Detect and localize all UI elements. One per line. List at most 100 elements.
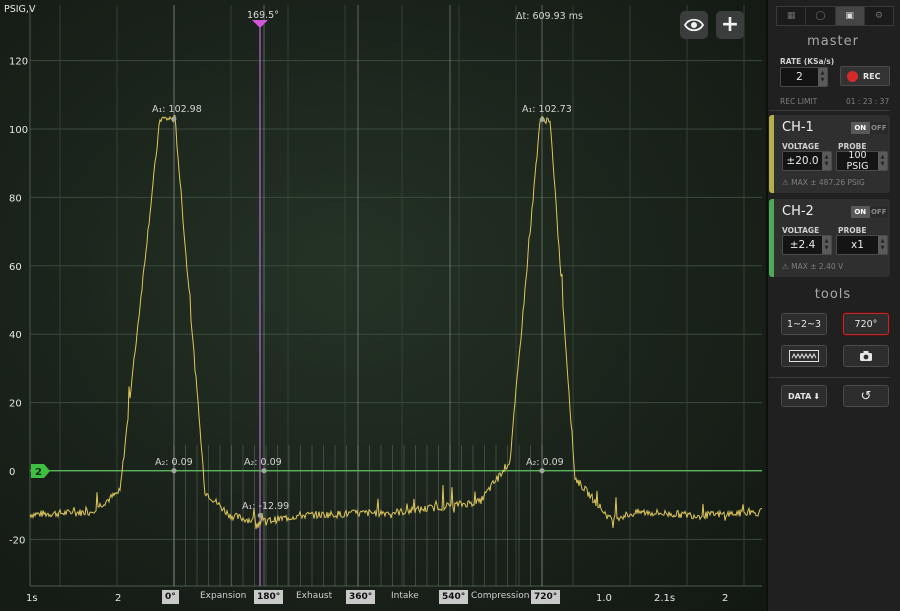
y-tick-label: 40 xyxy=(9,330,22,341)
tab-grid[interactable]: ▦ xyxy=(777,7,807,25)
record-label: REC xyxy=(863,71,881,81)
channel-1-voltage-value: ±20.0 xyxy=(786,155,819,167)
channel-2-marker-label: 2 xyxy=(35,467,42,478)
channel-1-on[interactable]: ON xyxy=(851,122,870,134)
add-button[interactable]: + xyxy=(716,11,744,39)
record-button[interactable]: REC xyxy=(840,66,890,86)
download-icon: ⬇ xyxy=(813,391,820,401)
y-tick-label: 80 xyxy=(9,193,22,204)
control-panel: ▦ ◯ ▣ ⚙ xyxy=(766,0,900,611)
plus-icon: + xyxy=(720,12,740,37)
history-button[interactable]: ↺ xyxy=(843,385,889,407)
channel-2-probe-label: PROBE xyxy=(838,226,867,235)
measurement-annotation-peak1: A₁: 102.98 xyxy=(152,104,202,115)
channel-2-voltage-stepper[interactable]: ±2.4 ▲ ▼ xyxy=(782,235,832,255)
angle-cursor-handle xyxy=(252,20,268,28)
oscilloscope-display[interactable]: 120 100 80 60 40 20 0 -20 1s 2 1.0 2.1s 2 2 A₁: 102.98… xyxy=(0,0,766,611)
history-icon: ↺ xyxy=(860,388,872,404)
y-tick-label: -20 xyxy=(9,535,25,546)
measurement-point xyxy=(539,117,545,123)
channel-2-max: ⚠ MAX ± 2.40 V xyxy=(782,262,844,271)
tab-settings[interactable]: ⚙ xyxy=(865,7,893,25)
y-tick-label: 120 xyxy=(9,57,28,68)
channel-2-card: CH-2 ON OFF VOLTAGE ±2.4 ▲ ▼ PROBE x1 ▲ ▼ … xyxy=(769,199,890,277)
divider xyxy=(769,377,890,378)
rate-value: 2 xyxy=(796,71,803,83)
gear-icon: ⚙ xyxy=(874,11,883,21)
screenshot-button[interactable] xyxy=(843,345,889,367)
measurement-annotation-min: A₁: -12.99 xyxy=(242,501,289,512)
measurement-annotation-zero2: A₂: 0.09 xyxy=(244,457,282,468)
degree-marker-0[interactable]: 0° xyxy=(162,590,179,604)
x-tick-label: 1s xyxy=(26,593,38,604)
degree-marker-360[interactable]: 360° xyxy=(346,590,376,604)
channel-1-off[interactable]: OFF xyxy=(869,122,888,134)
grid-icon: ▦ xyxy=(786,11,796,21)
stepper-arrows-icon[interactable]: ▲ ▼ xyxy=(822,236,831,254)
divider xyxy=(769,110,890,111)
channel-2-title: CH-2 xyxy=(782,204,814,219)
channel-1-trace xyxy=(29,115,763,530)
measurement-annotation-peak2: A₁: 102.73 xyxy=(522,104,572,115)
y-tick-label: 60 xyxy=(9,262,22,273)
channel-1-max: ⚠ MAX ± 487.26 PSIG xyxy=(782,178,865,187)
eye-icon xyxy=(684,18,704,32)
channel-1-toggle[interactable]: ON OFF xyxy=(851,122,888,134)
channel-2-toggle[interactable]: ON OFF xyxy=(851,206,888,218)
stepper-arrows-icon[interactable]: ▲ ▼ xyxy=(878,152,887,170)
phase-label-exhaust: Exhaust xyxy=(296,591,333,601)
rec-limit-label: REC LIMIT xyxy=(780,97,818,106)
y-axis-unit: PSIG,V xyxy=(4,4,36,15)
record-icon xyxy=(847,70,858,82)
channel-1-probe-value: 100 PSIG xyxy=(846,150,869,172)
channel-2-voltage-label: VOLTAGE xyxy=(782,226,820,235)
master-title: master xyxy=(807,34,859,49)
delta-time-readout: Δt: 609.93 ms xyxy=(516,11,583,22)
rate-label: RATE (KSa/s) xyxy=(780,57,835,66)
waveform-plot[interactable]: 120 100 80 60 40 20 0 -20 1s 2 1.0 2.1s 2 2 A₁: 102.98… xyxy=(0,0,766,611)
tab-scope[interactable]: ▣ xyxy=(835,7,865,25)
measurement-point xyxy=(261,468,267,474)
x-tick-label: 2.1s xyxy=(654,593,675,604)
cursor-angle-readout: 169.5° xyxy=(247,10,279,21)
y-tick-label: 100 xyxy=(9,125,28,136)
stepper-arrows-icon[interactable]: ▲ ▼ xyxy=(818,68,827,86)
x-tick-label: 2 xyxy=(722,593,728,604)
channel-2-probe-value: x1 xyxy=(851,239,864,251)
data-export-button[interactable]: DATA ⬇ xyxy=(781,385,827,407)
panel-tabs: ▦ ◯ ▣ ⚙ xyxy=(776,6,894,26)
visibility-button[interactable] xyxy=(680,11,708,39)
stepper-arrows-icon[interactable]: ▲ ▼ xyxy=(878,236,887,254)
channel-2-voltage-value: ±2.4 xyxy=(789,239,816,251)
measurement-point xyxy=(171,116,177,122)
channel-2-color-stripe xyxy=(769,199,774,277)
channel-1-title: CH-1 xyxy=(782,120,814,135)
waveform-button[interactable] xyxy=(781,345,827,367)
degree-marker-540[interactable]: 540° xyxy=(439,590,469,604)
degree-720-button[interactable]: 720° xyxy=(843,313,889,335)
channel-2-probe-stepper[interactable]: x1 ▲ ▼ xyxy=(836,235,888,255)
measurement-point xyxy=(539,468,545,474)
tools-title: tools xyxy=(814,287,852,302)
tab-ring[interactable]: ◯ xyxy=(806,7,836,25)
channel-1-probe-stepper[interactable]: 100 PSIG ▲ ▼ xyxy=(836,150,888,172)
y-tick-label: 20 xyxy=(9,399,22,410)
degree-marker-180[interactable]: 180° xyxy=(254,590,284,604)
data-export-label: DATA xyxy=(788,391,812,401)
phase-label-compression: Compression xyxy=(471,591,530,601)
ring-icon: ◯ xyxy=(815,11,826,21)
rec-limit-value: 01 : 23 : 37 xyxy=(846,97,890,106)
rate-stepper[interactable]: 2 ▲ ▼ xyxy=(780,67,828,87)
stepper-arrows-icon[interactable]: ▲ ▼ xyxy=(822,152,831,170)
phase-label-expansion: Expansion xyxy=(200,591,247,601)
y-tick-label: 0 xyxy=(9,467,15,478)
degree-marker-720[interactable]: 720° xyxy=(531,590,561,604)
channel-1-voltage-stepper[interactable]: ±20.0 ▲ ▼ xyxy=(782,151,832,171)
channel-2-on[interactable]: ON xyxy=(851,206,870,218)
waveform-icon xyxy=(789,350,819,362)
channel-2-off[interactable]: OFF xyxy=(869,206,888,218)
measurement-point xyxy=(171,468,177,474)
scope-icon: ▣ xyxy=(845,11,854,21)
x-tick-label: 2 xyxy=(115,593,121,604)
cylinder-order-button[interactable]: 1~2~3 xyxy=(781,313,827,335)
